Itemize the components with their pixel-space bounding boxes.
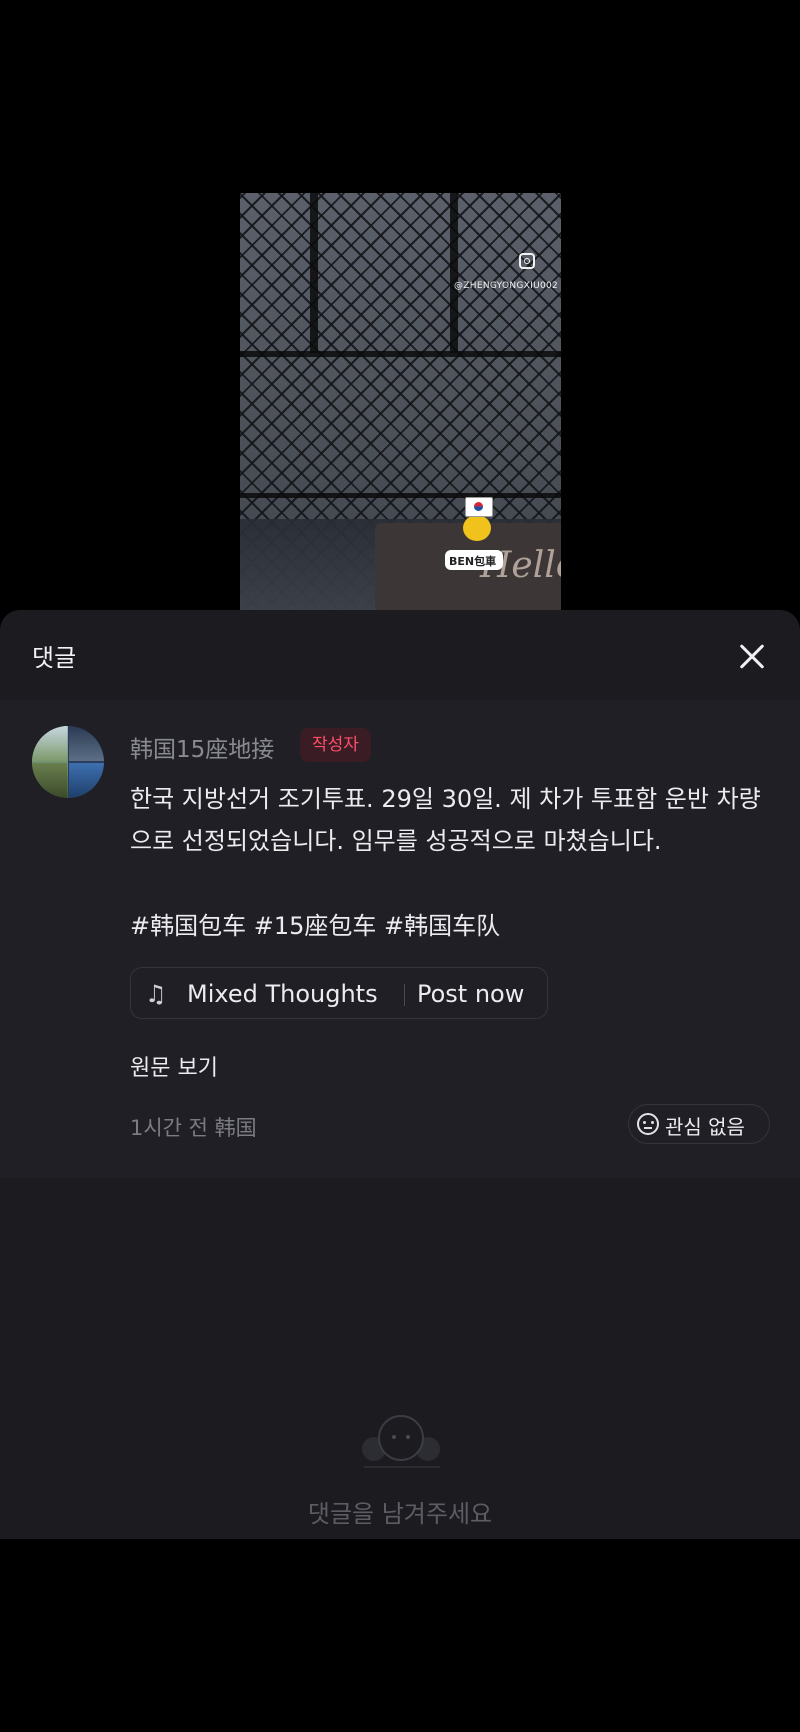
post-text: 한국 지방선거 조기투표. 29일 30일. 제 차가 투표함 운반 차량으로 … — [130, 785, 761, 855]
music-title: Mixed Thoughts — [187, 980, 378, 1008]
empty-comments-text: 댓글을 남겨주세요 — [307, 1500, 493, 1528]
avatar[interactable] — [32, 726, 104, 798]
seat-seam — [310, 193, 318, 353]
sticker-character-icon — [463, 515, 491, 541]
view-original-link[interactable]: 원문 보기 — [130, 1050, 218, 1082]
sticker-text: BEN包車 — [449, 555, 497, 568]
video-preview[interactable]: Hello @ZHENGYONGXIU002 BEN包車 — [240, 193, 561, 611]
avatar-photo — [69, 726, 104, 761]
korea-flag-icon — [465, 497, 493, 517]
instagram-handle: @ZHENGYONGXIU002 — [454, 281, 559, 291]
post-meta: 1시간 전 韩国 — [130, 1116, 257, 1140]
author-name[interactable]: 韩国15座地接 — [130, 730, 274, 764]
not-interested-button[interactable]: 관심 없음 — [628, 1104, 770, 1144]
avatar-photo — [32, 726, 67, 761]
avatar-photo — [32, 763, 67, 798]
instagram-icon — [519, 253, 535, 269]
hashtags[interactable]: #韩国包车 #15座包车 #韩国车队 — [130, 906, 500, 941]
comment-sheet: 댓글 韩国15座地接 작성자 한국 지방선거 조기투표. 29일 30일. 제 … — [0, 610, 800, 1539]
seat-seam — [240, 351, 561, 357]
neutral-face-icon — [637, 1113, 659, 1135]
chat-bubbles-icon — [362, 1415, 442, 1471]
music-chip[interactable]: ♫ Mixed Thoughts Post now — [130, 967, 548, 1019]
close-icon[interactable] — [734, 638, 770, 674]
post-now-link[interactable]: Post now — [417, 980, 524, 1008]
sheet-title: 댓글 — [32, 644, 77, 672]
author-badge: 작성자 — [300, 728, 371, 762]
seat-seam — [450, 193, 458, 353]
sheet-header: 댓글 — [0, 610, 800, 700]
avatar-photo — [69, 763, 104, 798]
not-interested-label: 관심 없음 — [665, 1115, 745, 1139]
divider — [404, 984, 405, 1006]
seat-seam — [240, 493, 561, 498]
music-note-icon: ♫ — [145, 980, 167, 1008]
